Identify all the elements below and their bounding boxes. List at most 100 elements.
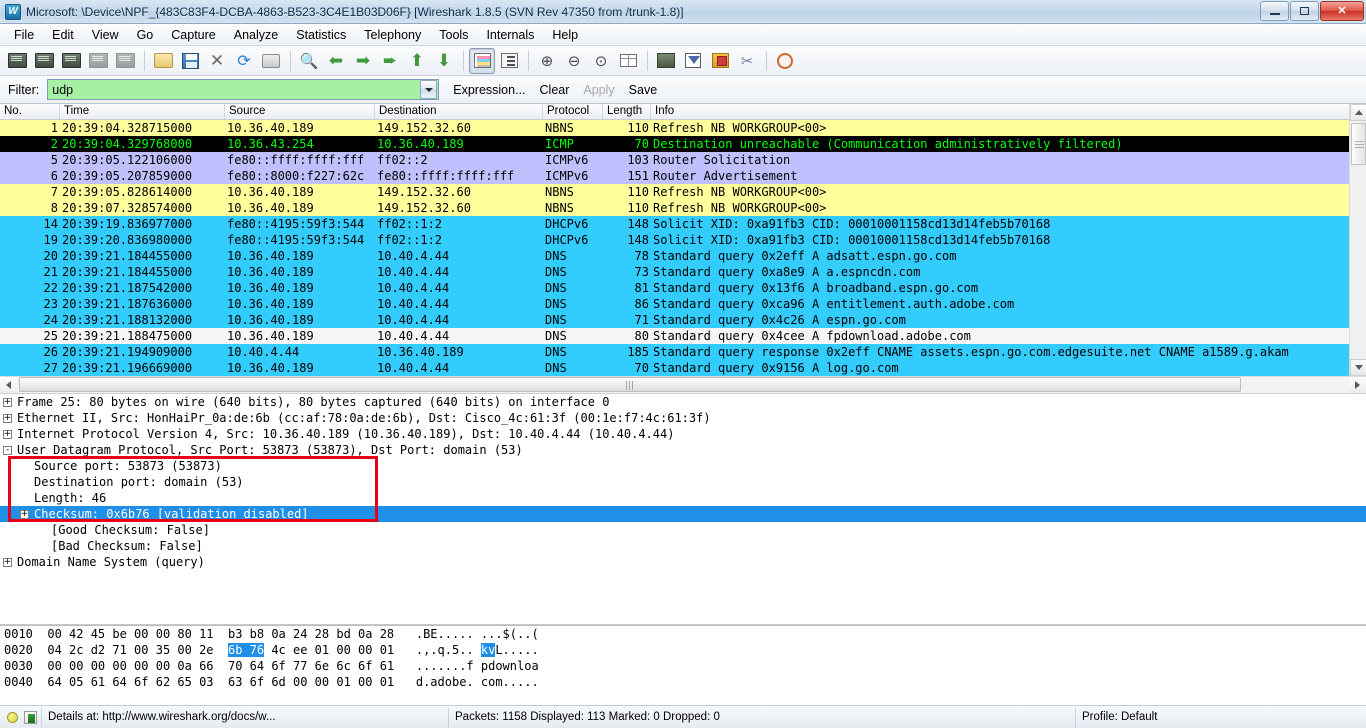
menu-edit[interactable]: Edit xyxy=(43,26,83,44)
packet-list-row[interactable]: 2 20:39:04.329768000 10.36.43.254 10.36.40.… xyxy=(0,136,1366,152)
packet-list-row[interactable]: 23 20:39:21.187636000 10.36.40.189 10.40.4.… xyxy=(0,296,1366,312)
menu-statistics[interactable]: Statistics xyxy=(287,26,355,44)
detail-row[interactable]: + Internet Protocol Version 4, Src: 10.36… xyxy=(0,426,1366,442)
capture-file-properties-icon[interactable] xyxy=(24,710,37,724)
menu-telephony[interactable]: Telephony xyxy=(355,26,430,44)
detail-row[interactable]: Source port: 53873 (53873) xyxy=(0,458,1366,474)
collapse-icon[interactable]: - xyxy=(3,445,12,455)
hex-dump-row[interactable]: 0030 00 00 00 00 00 00 0a 66 70 64 6f 77… xyxy=(0,658,1366,674)
menu-view[interactable]: View xyxy=(83,26,128,44)
detail-row[interactable]: + Domain Name System (query) xyxy=(0,554,1366,570)
column-header-no[interactable]: No. xyxy=(0,104,60,119)
packet-list-rows[interactable]: 1 20:39:04.328715000 10.36.40.189 149.152.3… xyxy=(0,120,1366,376)
packet-list-row[interactable]: 7 20:39:05.828614000 10.36.40.189 149.152.3… xyxy=(0,184,1366,200)
go-to-packet-icon[interactable]: ➨ xyxy=(377,48,403,74)
hex-dump-row[interactable]: 0020 04 2c d2 71 00 35 00 2e 6b 76 4c ee… xyxy=(0,642,1366,658)
expand-icon[interactable]: + xyxy=(3,397,12,407)
packet-list-row[interactable]: 25 20:39:21.188475000 10.36.40.189 10.40.4.… xyxy=(0,328,1366,344)
packet-list-row[interactable]: 6 20:39:05.207859000 fe80::8000:f227:62c fe… xyxy=(0,168,1366,184)
expression-button[interactable]: Expression... xyxy=(453,83,525,97)
packet-details-pane[interactable]: + Frame 25: 80 bytes on wire (640 bits), … xyxy=(0,394,1366,625)
display-filters-icon[interactable] xyxy=(680,48,706,74)
capture-options-icon[interactable] xyxy=(31,48,57,74)
expand-icon[interactable]: + xyxy=(3,557,12,567)
close-button[interactable]: ✕ xyxy=(1320,1,1364,21)
reload-file-icon[interactable]: ⟳ xyxy=(231,48,257,74)
detail-row[interactable]: [Good Checksum: False] xyxy=(0,522,1366,538)
zoom-reset-icon[interactable]: ⊙ xyxy=(588,48,614,74)
hex-dump-row[interactable]: 0040 64 05 61 64 6f 62 65 03 63 6f 6d 00… xyxy=(0,674,1366,690)
print-icon[interactable] xyxy=(258,48,284,74)
packet-list-row[interactable]: 24 20:39:21.188132000 10.36.40.189 10.40.4.… xyxy=(0,312,1366,328)
go-first-packet-icon[interactable]: ⬆ xyxy=(404,48,430,74)
stop-capture-icon[interactable] xyxy=(85,48,111,74)
auto-scroll-icon[interactable] xyxy=(496,48,522,74)
interfaces-icon[interactable] xyxy=(4,48,30,74)
save-file-icon[interactable] xyxy=(177,48,203,74)
menu-go[interactable]: Go xyxy=(128,26,163,44)
scroll-right-button[interactable] xyxy=(1349,377,1366,393)
packet-list-row[interactable]: 22 20:39:21.187542000 10.36.40.189 10.40.4.… xyxy=(0,280,1366,296)
scroll-down-button[interactable] xyxy=(1350,359,1366,376)
hex-dump-row[interactable]: 0010 00 42 45 be 00 00 80 11 b3 b8 0a 24… xyxy=(0,626,1366,642)
preferences-icon[interactable]: ✂ xyxy=(734,48,760,74)
filter-dropdown-button[interactable] xyxy=(420,80,438,99)
close-file-icon[interactable]: ✕ xyxy=(204,48,230,74)
scroll-left-button[interactable] xyxy=(0,377,17,393)
packet-list-row[interactable]: 1 20:39:04.328715000 10.36.40.189 149.152.3… xyxy=(0,120,1366,136)
packet-list-row[interactable]: 8 20:39:07.328574000 10.36.40.189 149.152.3… xyxy=(0,200,1366,216)
menu-internals[interactable]: Internals xyxy=(477,26,543,44)
column-header-length[interactable]: Length xyxy=(603,104,651,119)
packet-list-row[interactable]: 26 20:39:21.194909000 10.40.4.44 10.36.40.1… xyxy=(0,344,1366,360)
save-filter-button[interactable]: Save xyxy=(629,83,658,97)
detail-row[interactable]: + Ethernet II, Src: HonHaiPr_0a:de:6b (cc… xyxy=(0,410,1366,426)
expand-icon[interactable]: + xyxy=(3,429,12,439)
hscroll-track[interactable] xyxy=(17,377,1349,393)
scroll-up-button[interactable] xyxy=(1350,104,1366,121)
menu-help[interactable]: Help xyxy=(543,26,587,44)
column-header-destination[interactable]: Destination xyxy=(375,104,543,119)
status-profile[interactable]: Profile: Default xyxy=(1076,708,1366,727)
capture-filters-icon[interactable] xyxy=(653,48,679,74)
detail-row[interactable]: Destination port: domain (53) xyxy=(0,474,1366,490)
menu-file[interactable]: File xyxy=(5,26,43,44)
hscroll-thumb[interactable] xyxy=(19,377,1241,392)
packet-list-row[interactable]: 5 20:39:05.122106000 fe80::ffff:ffff:fff ff… xyxy=(0,152,1366,168)
resize-columns-icon[interactable] xyxy=(615,48,641,74)
packet-list-hscrollbar[interactable] xyxy=(0,376,1366,394)
detail-row[interactable]: + Frame 25: 80 bytes on wire (640 bits), … xyxy=(0,394,1366,410)
packet-list-row[interactable]: 20 20:39:21.184455000 10.36.40.189 10.40.4.… xyxy=(0,248,1366,264)
maximize-button[interactable] xyxy=(1290,1,1319,21)
detail-row[interactable]: - User Datagram Protocol, Src Port: 53873… xyxy=(0,442,1366,458)
packet-list-scroll-thumb[interactable] xyxy=(1351,123,1366,165)
go-last-packet-icon[interactable]: ⬇ xyxy=(431,48,457,74)
column-header-source[interactable]: Source xyxy=(225,104,375,119)
apply-filter-button[interactable]: Apply xyxy=(583,83,614,97)
zoom-out-icon[interactable]: ⊖ xyxy=(561,48,587,74)
filter-input-wrapper[interactable] xyxy=(47,79,440,100)
packet-list-row[interactable]: 14 20:39:19.836977000 fe80::4195:59f3:544 f… xyxy=(0,216,1366,232)
go-back-icon[interactable]: ⬅ xyxy=(323,48,349,74)
packet-list-row[interactable]: 21 20:39:21.184455000 10.36.40.189 10.40.4.… xyxy=(0,264,1366,280)
expand-icon[interactable]: + xyxy=(20,509,29,519)
packet-list-row[interactable]: 27 20:39:21.196669000 10.36.40.189 10.40.4.… xyxy=(0,360,1366,376)
detail-row[interactable]: [Bad Checksum: False] xyxy=(0,538,1366,554)
packet-list-row[interactable]: 19 20:39:20.836980000 fe80::4195:59f3:544 f… xyxy=(0,232,1366,248)
menu-tools[interactable]: Tools xyxy=(430,26,477,44)
column-header-time[interactable]: Time xyxy=(60,104,225,119)
detail-row-selected[interactable]: + Checksum: 0x6b76 [validation disabled] xyxy=(0,506,1366,522)
find-packet-icon[interactable]: 🔍 xyxy=(296,48,322,74)
status-file-text[interactable]: Details at: http://www.wireshark.org/doc… xyxy=(41,707,449,727)
minimize-button[interactable] xyxy=(1260,1,1289,21)
open-file-icon[interactable] xyxy=(150,48,176,74)
coloring-rules-icon[interactable] xyxy=(707,48,733,74)
menu-capture[interactable]: Capture xyxy=(162,26,224,44)
expert-info-yellow-icon[interactable] xyxy=(7,711,18,723)
menu-analyze[interactable]: Analyze xyxy=(225,26,287,44)
packet-bytes-pane[interactable]: 0010 00 42 45 be 00 00 80 11 b3 b8 0a 24… xyxy=(0,625,1366,705)
column-header-protocol[interactable]: Protocol xyxy=(543,104,603,119)
packet-list-vscrollbar[interactable] xyxy=(1349,104,1366,376)
start-capture-icon[interactable] xyxy=(58,48,84,74)
go-forward-icon[interactable]: ➡ xyxy=(350,48,376,74)
expand-icon[interactable]: + xyxy=(3,413,12,423)
